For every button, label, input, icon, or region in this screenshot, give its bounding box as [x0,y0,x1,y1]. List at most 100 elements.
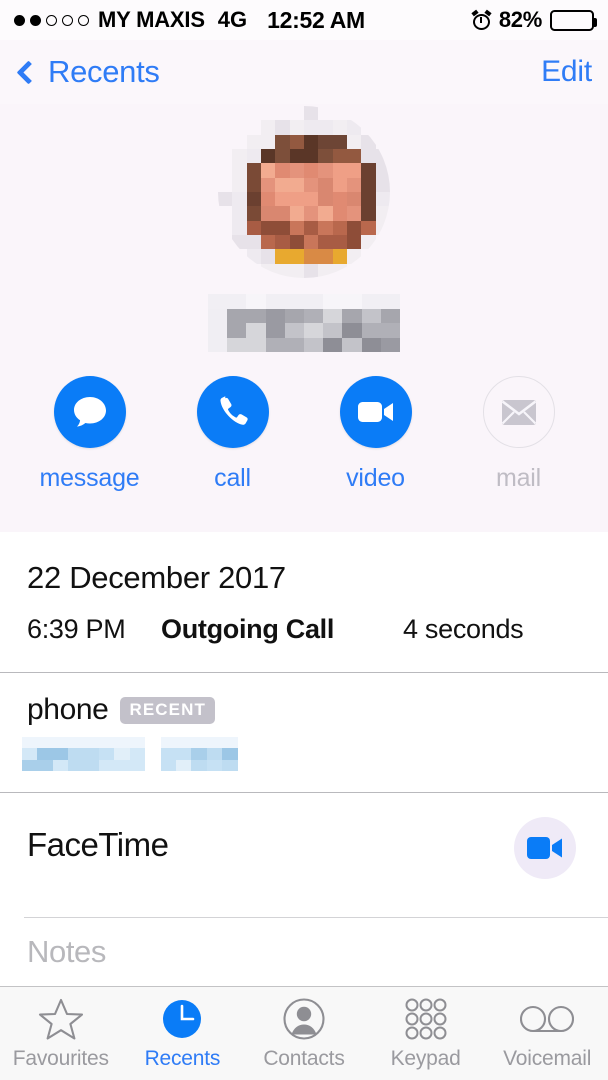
redaction-pixel [191,748,207,760]
redaction-pixel [246,149,261,164]
message-button-circle[interactable] [53,376,126,448]
redaction-pixel [289,120,305,135]
redaction-pixel [191,759,207,772]
message-action-button[interactable]: message [30,376,150,493]
redaction-pixel [246,192,261,207]
phone-number-redacted[interactable] [22,737,238,772]
redaction-pixel [275,192,290,207]
tab-label: Recents [144,1046,221,1070]
redaction-pixel [318,163,333,178]
redaction-pixel [114,748,130,760]
redaction-pixel [52,748,69,760]
redaction-pixel [375,163,390,178]
tab-bar: Favourites Recents Contacts Keypad Voicemail [0,986,608,1080]
redaction-pixel [318,249,333,264]
redaction-pixel [99,748,115,760]
tab-voicemail[interactable]: Voicemail [486,987,608,1080]
redaction-pixel [284,308,304,323]
redaction-pixel [37,759,53,772]
redaction-pixel [275,134,290,149]
redaction-pixel [145,737,161,749]
redaction-pixel [246,206,261,221]
redaction-pixel [347,149,362,164]
redaction-pixel [261,120,276,135]
redaction-pixel [261,192,276,207]
alarm-clock-icon [471,9,492,30]
redaction-pixel [318,149,333,164]
avatar[interactable] [218,106,390,278]
tab-recents[interactable]: Recents [122,987,244,1080]
call-button-circle[interactable] [196,376,269,448]
redaction-pixel [304,106,319,121]
call-action-button[interactable]: call [173,376,293,493]
redaction-pixel [289,149,305,164]
facetime-row: FaceTime [0,793,608,917]
redaction-pixel [289,249,305,264]
redaction-pixel [261,235,276,250]
redaction-pixel [304,337,324,352]
redaction-pixel [332,177,348,193]
redaction-pixel [318,263,333,278]
redaction-pixel [22,737,38,749]
redaction-pixel [265,308,285,323]
redaction-pixel [246,220,261,236]
redaction-pixel [208,294,228,309]
redaction-pixel [222,737,238,749]
edit-button[interactable]: Edit [541,55,592,89]
redaction-pixel [284,294,304,309]
back-button[interactable]: Recents [16,54,160,90]
redaction-pixel [304,163,319,178]
redaction-pixel [318,120,333,135]
phone-label-row: phone RECENT [27,693,215,727]
phone-row[interactable]: phone RECENT [0,673,608,792]
redaction-pixel [347,206,362,221]
redaction-pixel [332,134,348,149]
notes-row[interactable]: Notes [0,918,608,986]
contact-name-redacted [208,294,400,352]
redaction-pixel [342,323,362,338]
redaction-pixel [265,337,285,352]
redaction-pixel [375,206,390,221]
redaction-pixel [347,134,362,149]
tab-contacts[interactable]: Contacts [243,987,365,1080]
redaction-pixel [342,294,362,309]
redaction-pixel [227,323,247,338]
tab-favourites[interactable]: Favourites [0,987,122,1080]
redaction-pixel [232,235,247,250]
redaction-pixel [160,748,176,760]
video-action-button[interactable]: video [316,376,436,493]
redaction-pixel [208,337,228,352]
redaction-pixel [246,337,266,352]
redaction-pixel [304,192,319,207]
redaction-pixel [318,235,333,250]
redaction-pixel [275,206,290,221]
redaction-pixel [114,759,130,772]
redaction-pixel [145,759,161,772]
tab-keypad[interactable]: Keypad [365,987,487,1080]
voicemail-icon [520,997,575,1041]
redaction-pixel [129,748,146,760]
redaction-pixel [289,206,305,221]
redaction-pixel [289,163,305,178]
redaction-pixel [375,177,390,193]
redaction-pixel [68,748,84,760]
redaction-pixel [222,759,238,772]
facetime-video-button[interactable] [514,817,576,879]
redaction-pixel [265,294,285,309]
redaction-pixel [332,235,348,250]
mail-button-circle [482,376,555,448]
redaction-pixel [304,149,319,164]
redaction-pixel [52,759,69,772]
video-button-circle[interactable] [339,376,412,448]
redaction-pixel [361,192,376,207]
redaction-pixel [275,220,290,236]
redaction-pixel [304,220,319,236]
redaction-pixel [232,163,247,178]
redaction-pixel [160,737,176,749]
redaction-pixel [347,120,362,135]
redaction-pixel [332,263,348,278]
redaction-pixel [332,249,348,264]
redaction-pixel [318,206,333,221]
redaction-pixel [68,759,84,772]
call-detail-row: 6:39 PM Outgoing Call 4 seconds [27,614,587,646]
